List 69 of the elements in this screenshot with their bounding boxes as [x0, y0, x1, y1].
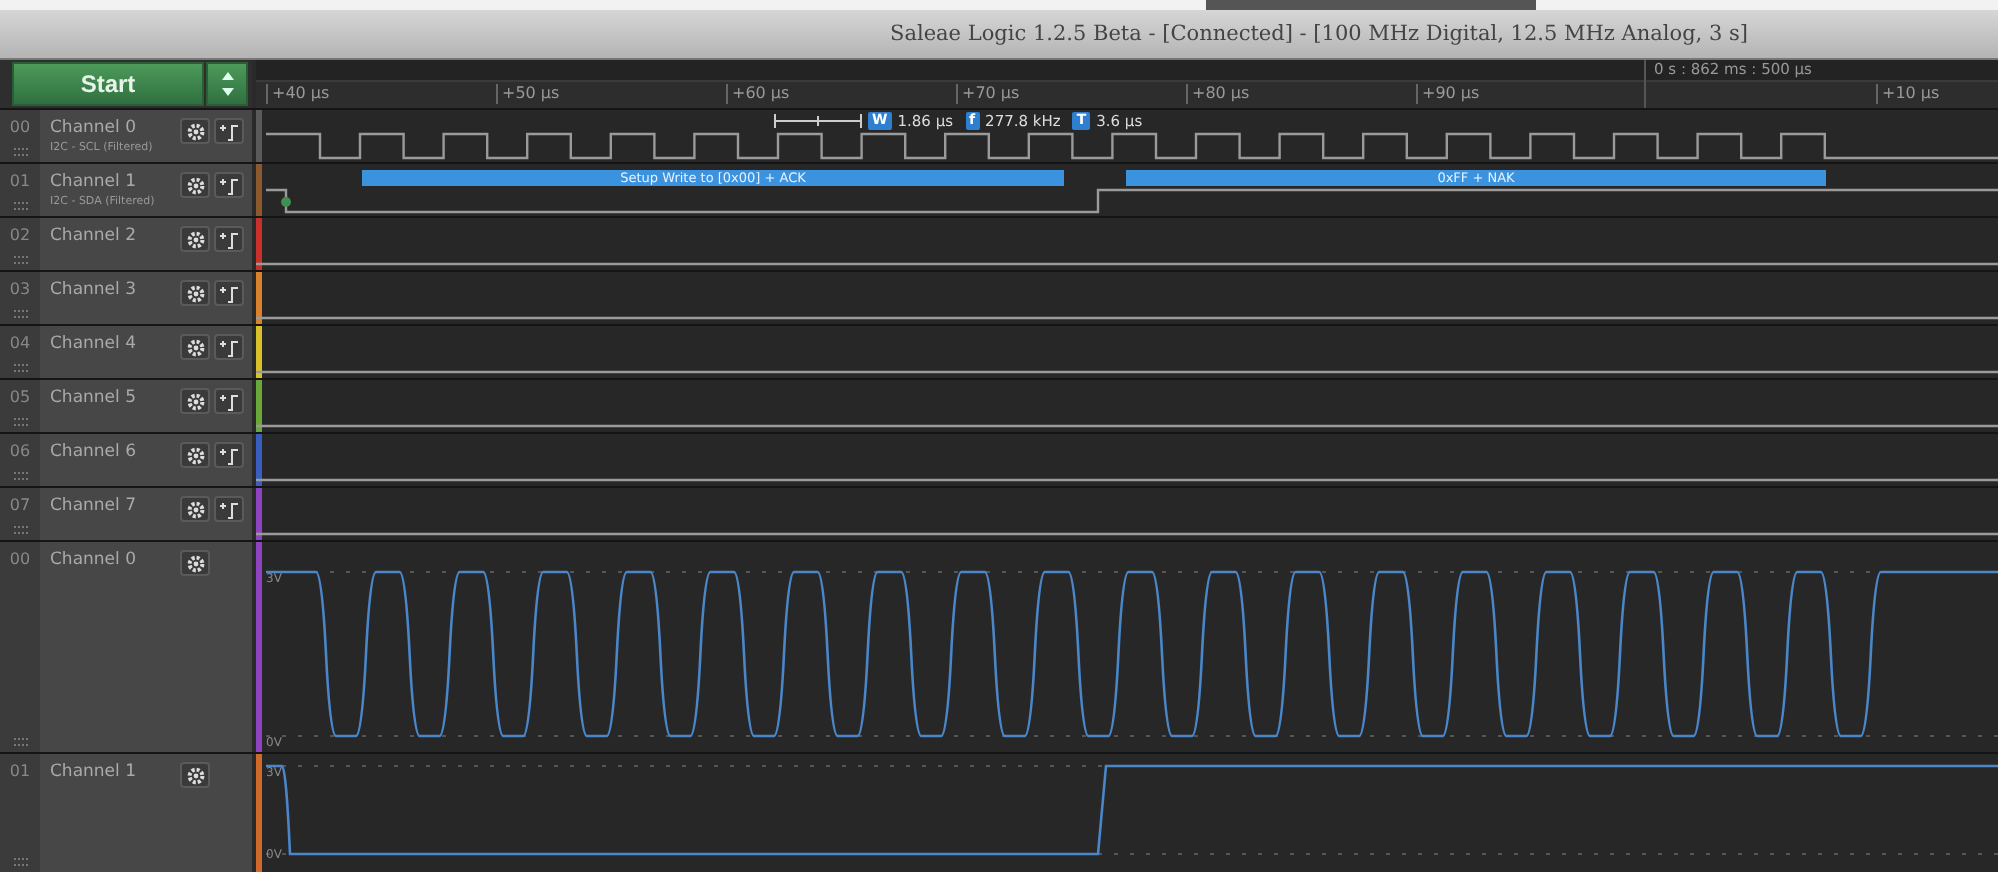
gear-icon — [185, 283, 205, 303]
channel-number: 00 — [9, 118, 31, 136]
channel-name: Channel 3 — [50, 280, 139, 300]
settings-button[interactable] — [180, 118, 210, 144]
trigger-dot-icon — [281, 197, 291, 207]
channel-number: 04 — [9, 334, 31, 352]
settings-button[interactable] — [180, 280, 210, 306]
trigger-button[interactable] — [214, 388, 244, 414]
channel-number: 06 — [9, 442, 31, 460]
gear-icon — [185, 337, 205, 357]
trigger-edge-icon — [218, 229, 240, 249]
channel-name: Channel 5 — [50, 388, 139, 408]
channel-number: 01 — [9, 172, 31, 190]
gear-icon — [185, 229, 205, 249]
gear-icon — [185, 499, 205, 519]
trigger-button[interactable] — [214, 118, 244, 144]
settings-button[interactable] — [180, 496, 210, 522]
up-down-button[interactable] — [206, 62, 248, 106]
settings-button[interactable] — [180, 388, 210, 414]
trigger-edge-icon — [218, 391, 240, 411]
channel-name: Channel 4 — [50, 334, 139, 354]
channel-number: 00 — [9, 550, 31, 568]
measurement-arrow-icon — [774, 114, 862, 128]
up-down-arrows-icon — [219, 70, 235, 98]
trigger-button[interactable] — [214, 334, 244, 360]
channel-name: Channel 2 — [50, 226, 139, 246]
trigger-button[interactable] — [214, 226, 244, 252]
channel-name: Channel 1 — [50, 762, 139, 782]
channel-name: Channel 0 — [50, 550, 139, 570]
trigger-edge-icon — [218, 499, 240, 519]
gear-icon — [185, 765, 205, 785]
trigger-edge-icon — [218, 121, 240, 141]
gear-icon — [185, 553, 205, 573]
channel-name: Channel 7 — [50, 496, 139, 516]
gear-icon — [185, 121, 205, 141]
gear-icon — [185, 175, 205, 195]
gear-icon — [185, 445, 205, 465]
trigger-edge-icon — [218, 175, 240, 195]
gear-icon — [185, 391, 205, 411]
channel-number: 01 — [9, 762, 31, 780]
settings-button[interactable] — [180, 334, 210, 360]
tick-label: +70 µs — [956, 84, 1020, 104]
channel-number: 07 — [9, 496, 31, 514]
settings-button[interactable] — [180, 172, 210, 198]
start-button[interactable]: Start — [12, 62, 204, 106]
channel-number: 02 — [9, 226, 31, 244]
trigger-button[interactable] — [214, 280, 244, 306]
trigger-button[interactable] — [214, 496, 244, 522]
tick-label: +10 µs — [1876, 84, 1940, 104]
trigger-edge-icon — [218, 283, 240, 303]
window-title: Saleae Logic 1.2.5 Beta - [Connected] - [100 MHz Digital, 12.5 MHz Analog, 3 s] — [890, 22, 1748, 46]
tick-label: +80 µs — [1186, 84, 1250, 104]
channel-number: 03 — [9, 280, 31, 298]
settings-button[interactable] — [180, 762, 210, 788]
channel-name: Channel 6 — [50, 442, 139, 462]
settings-button[interactable] — [180, 226, 210, 252]
tick-label: +50 µs — [496, 84, 560, 104]
trigger-button[interactable] — [214, 442, 244, 468]
trigger-button[interactable] — [214, 172, 244, 198]
channel-name: Channel 1 — [50, 172, 139, 192]
channel-number: 05 — [9, 388, 31, 406]
settings-button[interactable] — [180, 442, 210, 468]
tick-label: +90 µs — [1416, 84, 1480, 104]
trigger-edge-icon — [218, 337, 240, 357]
tick-label: +60 µs — [726, 84, 790, 104]
tick-label: +40 µs — [266, 84, 330, 104]
trigger-edge-icon — [218, 445, 240, 465]
channel-name: Channel 0 — [50, 118, 139, 138]
settings-button[interactable] — [180, 550, 210, 576]
